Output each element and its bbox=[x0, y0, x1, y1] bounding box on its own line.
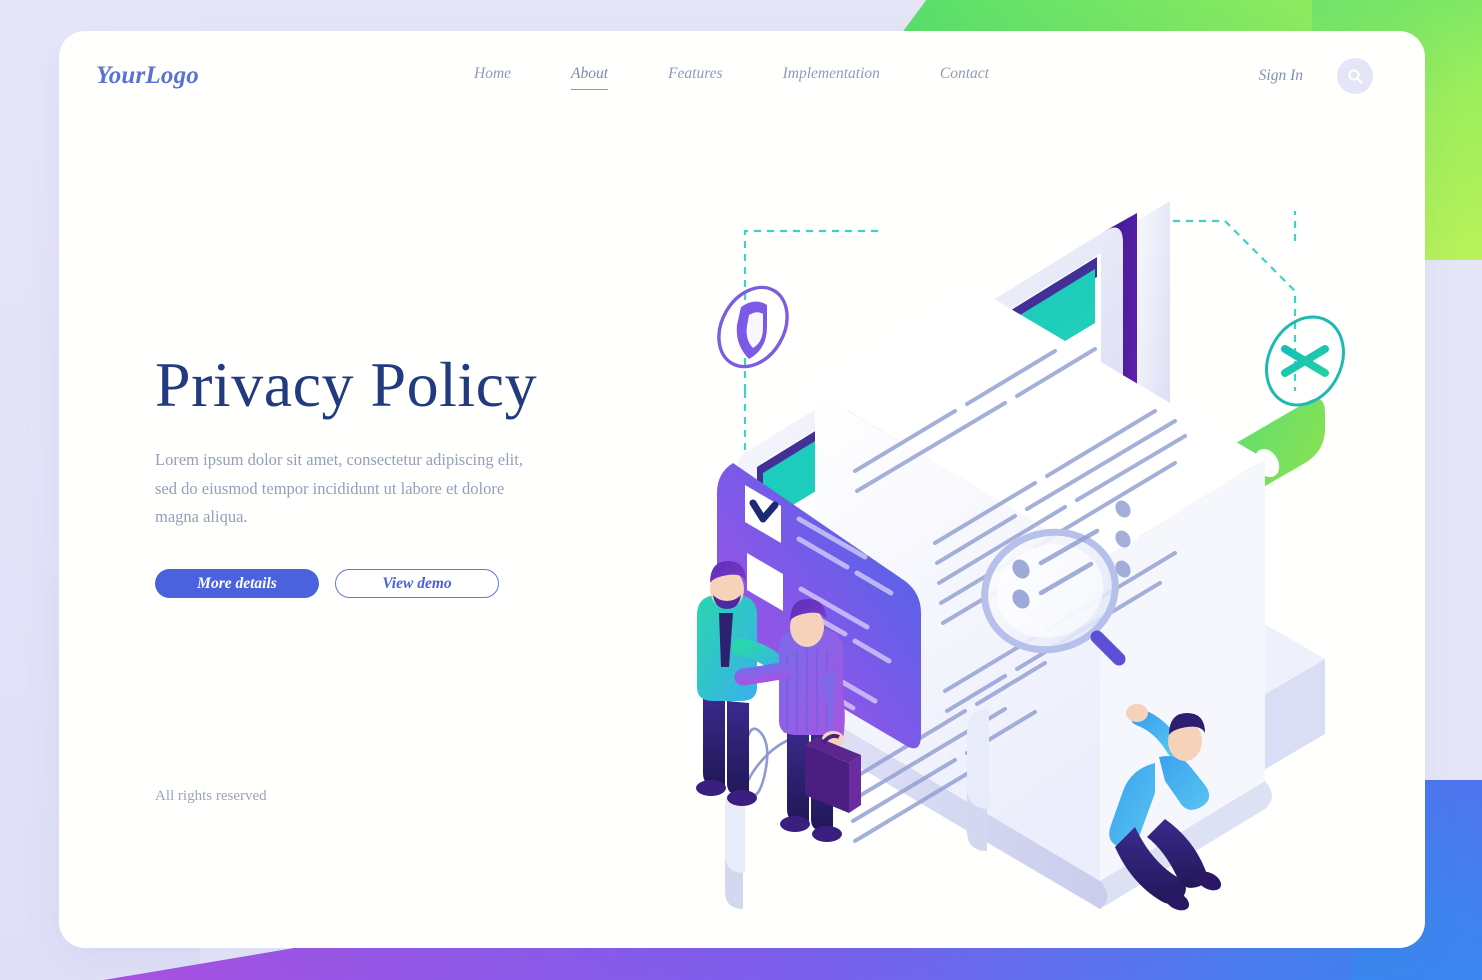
more-details-button[interactable]: More details bbox=[155, 569, 319, 599]
nav-item-contact[interactable]: Contact bbox=[940, 62, 989, 90]
nav-item-home[interactable]: Home bbox=[474, 62, 511, 90]
page-title: Privacy Policy bbox=[155, 349, 538, 420]
copyright-text: All rights reserved bbox=[155, 788, 267, 804]
person-with-magnifier bbox=[1109, 704, 1222, 911]
hero-subtitle: Lorem ipsum dolor sit amet, consectetur … bbox=[155, 450, 523, 526]
person-handshake-right bbox=[734, 599, 861, 842]
view-demo-button[interactable]: View demo bbox=[335, 569, 499, 599]
asterisk-badge-icon bbox=[1265, 315, 1345, 407]
illustration-people-layer bbox=[599, 551, 1239, 931]
search-icon bbox=[1347, 68, 1363, 84]
main-navigation: Home About Features Implementation Conta… bbox=[474, 62, 989, 90]
nav-item-features[interactable]: Features bbox=[668, 62, 723, 90]
sign-in-link[interactable]: Sign In bbox=[1259, 67, 1303, 85]
logo[interactable]: YourLogo bbox=[96, 62, 199, 90]
content-card: YourLogo Home About Features Implementat… bbox=[59, 31, 1425, 948]
shield-badge-icon bbox=[717, 285, 789, 369]
nav-item-about[interactable]: About bbox=[571, 62, 609, 90]
search-button[interactable] bbox=[1337, 58, 1373, 94]
nav-item-implementation[interactable]: Implementation bbox=[783, 62, 880, 90]
landing-page: YourLogo Home About Features Implementat… bbox=[0, 0, 1482, 980]
